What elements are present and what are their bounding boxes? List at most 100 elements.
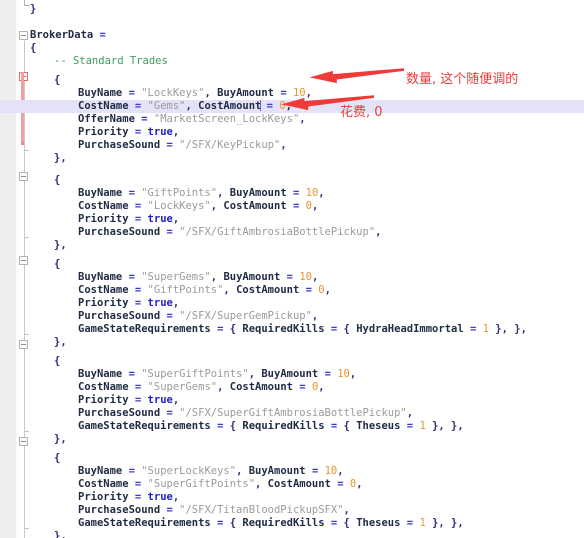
code-line[interactable]: CostName = "SuperGiftPoints", CostAmount… <box>0 478 584 491</box>
token-punc: , <box>318 381 325 393</box>
code-line[interactable]: CostName = "SuperGems", CostAmount = 0, <box>0 381 584 394</box>
token-brace: }, }, <box>425 517 464 529</box>
token-op: = <box>122 465 142 477</box>
code-line[interactable]: Priority = true, <box>0 126 584 139</box>
token-punc: , <box>305 87 312 99</box>
token-brace: }, <box>54 433 67 445</box>
code-line[interactable]: { <box>0 42 584 55</box>
token-id: RequiredKills <box>242 323 325 335</box>
code-line[interactable]: { <box>0 355 584 368</box>
code-editor-window: } BrokerData ={-- Standard Trades{BuyName… <box>0 0 584 538</box>
token-punc: , <box>236 465 249 477</box>
code-line[interactable]: { <box>0 452 584 465</box>
code-line[interactable]: BuyName = "LockKeys", BuyAmount = 10, <box>0 87 584 100</box>
code-line[interactable]: PurchaseSound = "/SFX/GiftAmbrosiaBottle… <box>0 226 584 239</box>
token-kw: true <box>147 213 173 225</box>
token-id: CostAmount <box>198 100 262 112</box>
token-punc: , <box>172 213 180 225</box>
token-str: "LockKeys" <box>147 200 211 212</box>
code-line[interactable]: } <box>0 3 584 16</box>
code-line[interactable]: GameStateRequirements = { RequiredKills … <box>0 420 584 433</box>
code-line[interactable]: Priority = true, <box>0 394 584 407</box>
code-line[interactable]: }, <box>0 336 584 349</box>
token-punc: , <box>172 394 180 406</box>
code-line[interactable]: }, <box>0 530 584 538</box>
code-line[interactable]: OfferName = "MarketScreen_LockKeys", <box>0 113 584 126</box>
token-id: Priority <box>78 126 129 138</box>
token-str: "SuperGiftPoints" <box>147 478 256 490</box>
code-line[interactable]: PurchaseSound = "/SFX/TitanBloodPickupSF… <box>0 504 584 517</box>
token-op: = <box>128 100 148 112</box>
code-line[interactable]: -- Standard Trades <box>0 55 584 68</box>
token-id: BuyAmount <box>248 465 306 477</box>
token-punc: , <box>349 368 357 380</box>
token-op: = <box>324 517 344 529</box>
token-punc: , <box>337 465 344 477</box>
code-line[interactable]: CostName = "GiftPoints", CostAmount = 0, <box>0 284 584 297</box>
code-line[interactable]: Priority = true, <box>0 491 584 504</box>
token-punc: , <box>311 271 319 283</box>
code-line[interactable]: { <box>0 258 584 271</box>
token-punc: , <box>204 87 218 99</box>
token-punc: , <box>185 100 199 112</box>
token-punc: , <box>210 200 224 212</box>
token-id: BuyName <box>78 368 123 380</box>
token-punc: , <box>280 139 287 151</box>
token-kw: true <box>147 297 173 309</box>
code-line[interactable]: Priority = true, <box>0 297 584 310</box>
token-punc: , <box>172 297 180 309</box>
token-brace: { <box>343 420 357 432</box>
token-id: BuyAmount <box>229 187 287 199</box>
token-op: = <box>160 226 180 238</box>
token-num: 10 <box>337 368 350 380</box>
token-str: "SuperLockKeys" <box>141 465 237 477</box>
token-id: BuyName <box>78 271 123 283</box>
code-line[interactable]: PurchaseSound = "/SFX/SuperGemPickup", <box>0 310 584 323</box>
code-line[interactable]: }, <box>0 433 584 446</box>
code-line[interactable]: }, <box>0 152 584 165</box>
token-op: = <box>128 381 148 393</box>
code-line[interactable]: }, <box>0 239 584 252</box>
code-line[interactable]: { <box>0 174 584 187</box>
token-brace: }, <box>54 239 67 251</box>
code-line[interactable]: Priority = true, <box>0 213 584 226</box>
token-id: HydraHeadImmortal <box>356 323 464 335</box>
code-line[interactable]: PurchaseSound = "/SFX/SuperGiftAmbrosiaB… <box>0 407 584 420</box>
code-line[interactable] <box>0 16 584 29</box>
code-line[interactable]: BuyName = "GiftPoints", BuyAmount = 10, <box>0 187 584 200</box>
token-punc: , <box>311 310 319 322</box>
token-brace: { <box>54 258 61 270</box>
code-line[interactable]: BrokerData = <box>0 29 584 42</box>
token-brace: { <box>343 323 357 335</box>
token-punc: , <box>210 271 224 283</box>
code-line-current[interactable]: CostName = "Gems", CostAmount = 0, <box>0 100 584 113</box>
token-punc: , <box>343 504 350 516</box>
token-id: BuyAmount <box>217 87 275 99</box>
token-id: CostAmount <box>229 381 293 393</box>
token-op: = <box>128 478 148 490</box>
token-op: = <box>160 407 180 419</box>
code-line[interactable]: GameStateRequirements = { RequiredKills … <box>0 517 584 530</box>
code-line[interactable]: BuyName = "SuperGems", BuyAmount = 10, <box>0 271 584 284</box>
code-line[interactable]: PurchaseSound = "/SFX/KeyPickup", <box>0 139 584 152</box>
code-line[interactable]: BuyName = "SuperLockKeys", BuyAmount = 1… <box>0 465 584 478</box>
annotation-text-cost-note: 花费, 0 <box>340 105 383 120</box>
token-id: RequiredKills <box>242 420 325 432</box>
token-punc: , <box>172 126 180 138</box>
token-str: "SuperGiftPoints" <box>141 368 249 380</box>
code-line[interactable]: CostName = "LockKeys", CostAmount = 0, <box>0 200 584 213</box>
token-brace: { <box>229 517 243 529</box>
token-op: = <box>128 284 148 296</box>
code-line[interactable]: BuyName = "SuperGiftPoints", BuyAmount =… <box>0 368 584 381</box>
token-str: "/SFX/SuperGemPickup" <box>179 310 312 322</box>
token-brace: { <box>54 174 61 186</box>
token-str: "LockKeys" <box>141 87 205 99</box>
token-op: = <box>128 126 148 138</box>
token-punc: , <box>223 284 237 296</box>
token-id: Priority <box>78 491 129 503</box>
token-brace: } <box>30 3 37 15</box>
token-op: = <box>122 187 142 199</box>
token-op: = <box>210 517 230 529</box>
token-str: "/SFX/GiftAmbrosiaBottlePickup" <box>179 226 376 238</box>
code-line[interactable]: GameStateRequirements = { RequiredKills … <box>0 323 584 336</box>
